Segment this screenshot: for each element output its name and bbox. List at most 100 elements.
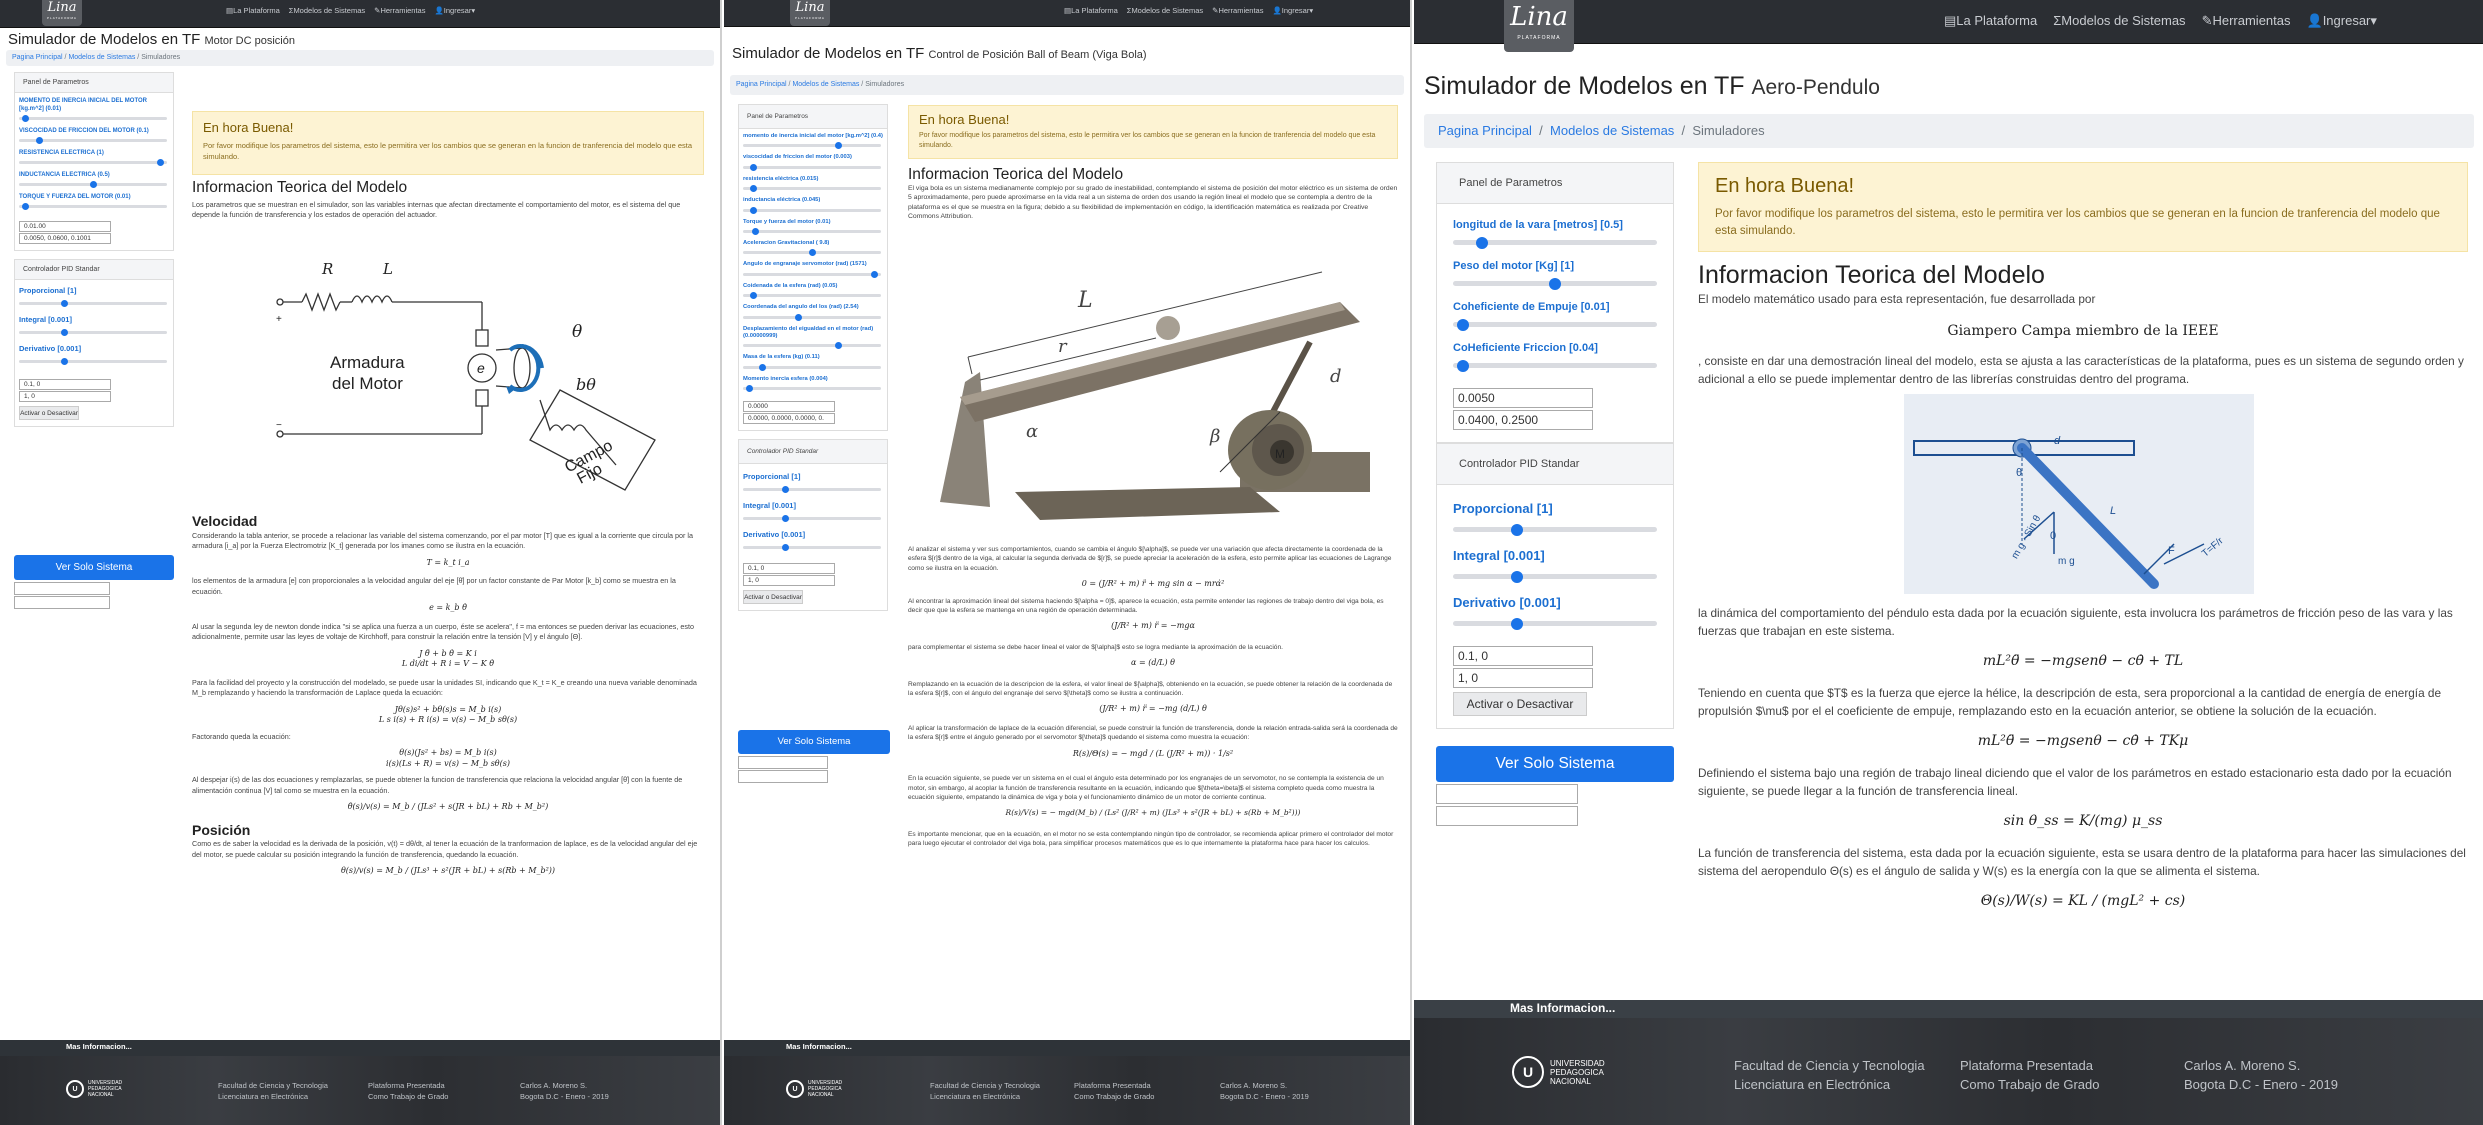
breadcrumb-models[interactable]: Modelos de Sistemas bbox=[792, 81, 859, 88]
nav-plataforma[interactable]: ▤ La Plataforma bbox=[1064, 6, 1118, 15]
pid-integral-slider[interactable] bbox=[1453, 570, 1657, 583]
pid-proporcional-slider-handle[interactable] bbox=[782, 486, 790, 494]
pid-integral-slider-handle[interactable] bbox=[61, 329, 69, 336]
output-box-1[interactable] bbox=[738, 756, 828, 769]
param-slider[interactable] bbox=[743, 163, 881, 171]
nav-plataforma[interactable]: ▤ La Plataforma bbox=[1944, 13, 2037, 29]
param-slider[interactable] bbox=[1453, 236, 1657, 249]
mas-informacion-bar[interactable]: Mas Informacion... bbox=[1414, 1000, 2483, 1018]
nav-modelos[interactable]: Σ Modelos de Sistemas bbox=[1127, 6, 1203, 15]
nav-ingresar[interactable]: 👤 Ingresar ▾ bbox=[2307, 13, 2377, 29]
breadcrumb-home[interactable]: Pagina Principal bbox=[736, 81, 787, 88]
param-slider-handle[interactable] bbox=[89, 181, 97, 188]
pid-integral-slider-handle[interactable] bbox=[1510, 570, 1523, 583]
pid-derivativo-slider[interactable] bbox=[1453, 617, 1657, 630]
output-box-2[interactable] bbox=[738, 770, 828, 783]
nav-ingresar[interactable]: 👤 Ingresar ▾ bbox=[434, 6, 475, 15]
nav-herramientas[interactable]: ✎ Herramientas bbox=[1212, 6, 1263, 15]
pid-input-1[interactable]: 0.1, 0 bbox=[19, 379, 111, 390]
param-input-2[interactable]: 0.0400, 0.2500 bbox=[1453, 410, 1593, 430]
param-slider[interactable] bbox=[19, 137, 167, 144]
output-box-1[interactable] bbox=[14, 582, 110, 595]
param-slider-handle[interactable] bbox=[157, 159, 165, 166]
nav-modelos[interactable]: Σ Modelos de Sistemas bbox=[289, 6, 365, 15]
ver-solo-sistema-button[interactable]: Ver Solo Sistema bbox=[738, 730, 890, 754]
mas-informacion-bar[interactable]: Mas Informacion... bbox=[724, 1040, 1410, 1056]
pid-input-1[interactable]: 0.1, 0 bbox=[1453, 646, 1593, 666]
pid-derivativo-slider-handle[interactable] bbox=[61, 358, 69, 365]
param-input-1[interactable]: 0.0050 bbox=[1453, 388, 1593, 408]
param-input-1[interactable]: 0.01.00 bbox=[19, 221, 111, 232]
pid-input-2[interactable]: 1, 0 bbox=[19, 391, 111, 402]
param-slider[interactable] bbox=[1453, 277, 1657, 290]
breadcrumb-home[interactable]: Pagina Principal bbox=[1438, 123, 1532, 138]
param-slider[interactable] bbox=[743, 228, 881, 236]
param-slider[interactable] bbox=[19, 203, 167, 210]
param-slider-handle[interactable] bbox=[745, 385, 753, 393]
param-slider[interactable] bbox=[743, 206, 881, 214]
param-slider-handle[interactable] bbox=[1476, 236, 1489, 249]
nav-herramientas[interactable]: ✎ Herramientas bbox=[2202, 13, 2291, 29]
pid-integral-slider[interactable] bbox=[743, 515, 881, 523]
breadcrumb-models[interactable]: Modelos de Sistemas bbox=[68, 54, 135, 61]
param-input-2[interactable]: 0.0000, 0.0000, 0.0000, 0. bbox=[743, 413, 835, 425]
param-slider-handle[interactable] bbox=[1456, 318, 1469, 331]
param-input-1[interactable]: 0.0000 bbox=[743, 401, 835, 413]
pid-derivativo-slider[interactable] bbox=[743, 544, 881, 552]
pid-integral-slider[interactable] bbox=[19, 329, 167, 336]
nav-ingresar[interactable]: 👤 Ingresar ▾ bbox=[1272, 6, 1313, 15]
param-slider-handle[interactable] bbox=[21, 115, 29, 122]
param-slider-handle[interactable] bbox=[752, 228, 760, 236]
param-slider-handle[interactable] bbox=[871, 270, 879, 278]
pid-derivativo-slider-handle[interactable] bbox=[782, 544, 790, 552]
param-slider[interactable] bbox=[1453, 359, 1657, 372]
param-slider-handle[interactable] bbox=[749, 206, 757, 214]
param-slider[interactable] bbox=[743, 249, 881, 257]
param-slider-handle[interactable] bbox=[795, 313, 803, 321]
param-slider-handle[interactable] bbox=[1549, 277, 1561, 290]
param-slider[interactable] bbox=[743, 292, 881, 300]
pid-proporcional-slider[interactable] bbox=[19, 300, 167, 307]
param-slider[interactable] bbox=[19, 181, 167, 188]
param-slider-handle[interactable] bbox=[21, 203, 29, 210]
lina-logo[interactable]: Lina PLATAFORMA bbox=[790, 0, 830, 26]
pid-integral-slider-handle[interactable] bbox=[782, 515, 790, 523]
param-slider[interactable] bbox=[743, 185, 881, 193]
param-slider[interactable] bbox=[1453, 318, 1657, 331]
pid-input-1[interactable]: 0.1, 0 bbox=[743, 563, 835, 575]
pid-derivativo-slider-handle[interactable] bbox=[1510, 617, 1523, 630]
param-slider-handle[interactable] bbox=[35, 137, 43, 144]
pid-proporcional-slider[interactable] bbox=[743, 486, 881, 494]
breadcrumb-home[interactable]: Pagina Principal bbox=[12, 54, 63, 61]
pid-proporcional-slider-handle[interactable] bbox=[61, 300, 69, 307]
breadcrumb-models[interactable]: Modelos de Sistemas bbox=[1550, 123, 1674, 138]
param-slider-handle[interactable] bbox=[749, 163, 757, 171]
ver-solo-sistema-button[interactable]: Ver Solo Sistema bbox=[14, 555, 174, 580]
param-slider-handle[interactable] bbox=[834, 142, 842, 150]
mas-informacion-bar[interactable]: Mas Informacion... bbox=[0, 1040, 720, 1056]
param-slider[interactable] bbox=[743, 313, 881, 321]
pid-proporcional-slider-handle[interactable] bbox=[1510, 523, 1523, 536]
param-slider[interactable] bbox=[743, 363, 881, 371]
pid-derivativo-slider[interactable] bbox=[19, 358, 167, 365]
param-slider-handle[interactable] bbox=[808, 249, 816, 257]
param-slider[interactable] bbox=[743, 385, 881, 393]
activar-button[interactable]: Activar o Desactivar bbox=[743, 590, 803, 605]
param-slider[interactable] bbox=[743, 142, 881, 150]
pid-proporcional-slider[interactable] bbox=[1453, 523, 1657, 536]
param-slider[interactable] bbox=[19, 115, 167, 122]
param-slider-handle[interactable] bbox=[749, 185, 757, 193]
output-box-1[interactable] bbox=[1436, 784, 1578, 804]
nav-modelos[interactable]: Σ Modelos de Sistemas bbox=[2053, 13, 2185, 29]
activar-button[interactable]: Activar o Desactivar bbox=[1453, 692, 1587, 716]
lina-logo[interactable]: Lina PLATAFORMA bbox=[1504, 0, 1574, 52]
ver-solo-sistema-button[interactable]: Ver Solo Sistema bbox=[1436, 746, 1674, 782]
param-slider[interactable] bbox=[19, 159, 167, 166]
param-slider-handle[interactable] bbox=[1456, 359, 1469, 372]
pid-input-2[interactable]: 1, 0 bbox=[743, 575, 835, 587]
lina-logo[interactable]: Lina PLATAFORMA bbox=[42, 0, 82, 26]
output-box-2[interactable] bbox=[1436, 806, 1578, 826]
param-slider-handle[interactable] bbox=[834, 342, 842, 350]
nav-herramientas[interactable]: ✎ Herramientas bbox=[374, 6, 425, 15]
output-box-2[interactable] bbox=[14, 596, 110, 609]
